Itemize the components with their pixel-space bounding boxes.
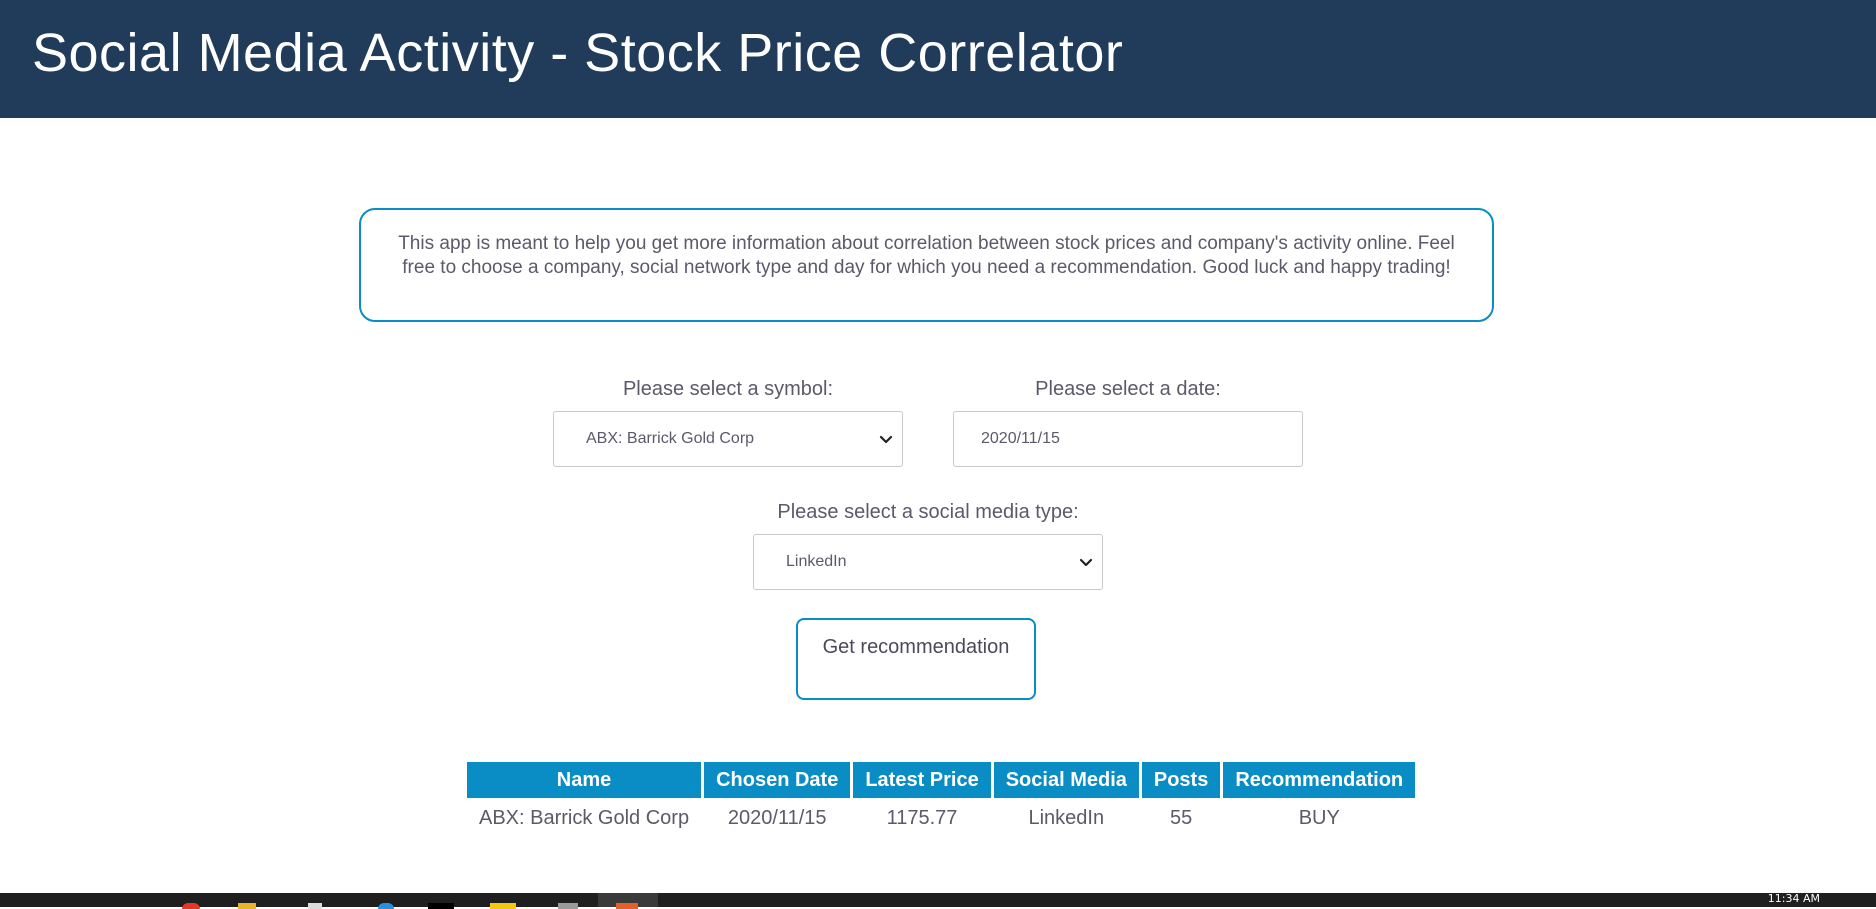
active-app-slot[interactable] — [598, 893, 658, 909]
date-input-value: 2020/11/15 — [981, 430, 1060, 447]
column-header-chosen-date: Chosen Date — [704, 762, 851, 798]
cell-recommendation: BUY — [1298, 806, 1340, 829]
symbol-select[interactable]: ABX: Barrick Gold Corp — [553, 411, 903, 467]
app-icon[interactable] — [558, 903, 578, 909]
results-table: Name Chosen Date Latest Price Social Med… — [464, 762, 1418, 838]
os-taskbar: 11:34 AM — [0, 893, 1876, 909]
date-label: Please select a date: — [1035, 378, 1221, 400]
symbol-label: Please select a symbol: — [622, 378, 834, 400]
chevron-down-icon — [1079, 558, 1093, 567]
firefox-icon — [616, 903, 638, 909]
intro-text: This app is meant to help you get more i… — [398, 233, 1455, 278]
column-header-recommendation: Recommendation — [1223, 762, 1416, 798]
intro-panel: This app is meant to help you get more i… — [359, 208, 1494, 322]
taskbar-clock[interactable]: 11:34 AM — [1768, 893, 1820, 905]
sticky-notes-icon[interactable] — [490, 903, 516, 909]
cell-posts: 55 — [1169, 806, 1193, 829]
file-explorer-icon[interactable] — [238, 903, 256, 909]
column-header-social-media: Social Media — [993, 762, 1139, 798]
app-header: Social Media Activity - Stock Price Corr… — [0, 0, 1876, 118]
column-header-posts: Posts — [1141, 762, 1221, 798]
symbol-select-value: ABX: Barrick Gold Corp — [586, 430, 755, 447]
cell-name: ABX: Barrick Gold Corp — [479, 806, 690, 829]
cell-chosen-date: 2020/11/15 — [727, 806, 827, 829]
column-header-latest-price: Latest Price — [853, 762, 991, 798]
column-header-name: Name — [467, 762, 702, 798]
cell-social-media: LinkedIn — [1028, 806, 1105, 829]
chrome-icon[interactable] — [182, 903, 200, 909]
chevron-down-icon — [879, 435, 893, 444]
table-row: ABX: Barrick Gold Corp 2020/11/15 1175.7… — [467, 798, 1415, 838]
media-label: Please select a social media type: — [777, 501, 1079, 523]
terminal-icon[interactable] — [428, 903, 454, 909]
date-input[interactable]: 2020/11/15 — [953, 411, 1303, 467]
media-select[interactable]: LinkedIn — [753, 534, 1103, 590]
edge-icon[interactable] — [378, 903, 394, 909]
page-title: Social Media Activity - Stock Price Corr… — [32, 23, 1124, 83]
table-header-row: Name Chosen Date Latest Price Social Med… — [467, 762, 1416, 798]
cell-latest-price: 1175.77 — [886, 806, 958, 829]
notepad-icon[interactable] — [308, 903, 322, 909]
media-select-value: LinkedIn — [786, 553, 847, 570]
get-recommendation-button[interactable]: Get recommendation — [796, 618, 1036, 700]
